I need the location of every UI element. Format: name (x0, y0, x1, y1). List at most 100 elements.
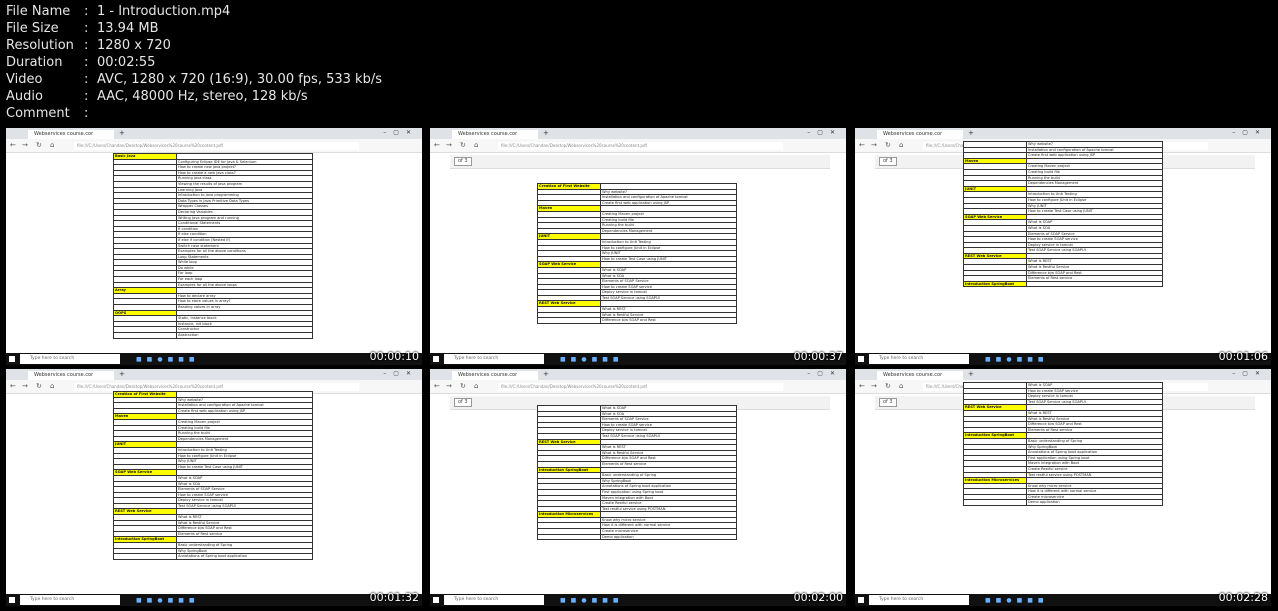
taskbar-search-input[interactable]: Type here to search (20, 354, 120, 364)
home-icon[interactable]: ⌂ (50, 141, 54, 149)
home-icon[interactable]: ⌂ (474, 141, 478, 149)
home-icon[interactable]: ⌂ (899, 141, 903, 149)
home-icon[interactable]: ⌂ (50, 382, 54, 390)
windows-taskbar: Type here to search ■■●■■■ 00:02:28 (855, 591, 1271, 606)
refresh-icon[interactable]: ↻ (36, 382, 42, 390)
window-controls[interactable]: –▢✕ (383, 370, 418, 377)
taskbar-app-icons[interactable]: ■■●■■■ (985, 597, 1049, 604)
taskbar-search-input[interactable]: Type here to search (869, 595, 969, 605)
windows-taskbar: Type here to search ■■●■■■ 00:00:10 (6, 350, 422, 365)
forward-icon[interactable]: → (446, 382, 452, 390)
forward-icon[interactable]: → (22, 141, 28, 149)
taskbar-search-input[interactable]: Type here to search (20, 595, 120, 605)
pdf-page-indicator[interactable]: of 3 (879, 398, 897, 407)
forward-icon[interactable]: → (871, 382, 877, 390)
forward-icon[interactable]: → (871, 141, 877, 149)
browser-tab[interactable]: Webservices course.cor (877, 371, 963, 380)
taskbar-app-icons[interactable]: ■■●■■■ (560, 356, 624, 363)
pdf-page-indicator[interactable]: of 3 (454, 157, 472, 166)
section-cell (537, 533, 601, 541)
new-tab-icon[interactable]: + (543, 370, 549, 378)
url-field[interactable]: file:///C:/Users/Chandan/Desktop/Webserv… (74, 142, 359, 150)
browser-tab[interactable]: Webservices course.cor (28, 130, 114, 139)
section-cell (113, 332, 177, 339)
home-icon[interactable]: ⌂ (899, 382, 903, 390)
taskbar-app-icons[interactable]: ■■●■■■ (136, 356, 200, 363)
address-bar: ← → ↻ ⌂ file:///C:/Users/Chandan/Desktop/Web… (430, 139, 846, 153)
back-icon[interactable]: ← (434, 382, 440, 390)
section-cell: Introduction Microservices (537, 511, 601, 518)
browser-tab[interactable]: Webservices course.cor (452, 130, 538, 139)
refresh-icon[interactable]: ↻ (885, 382, 891, 390)
refresh-icon[interactable]: ↻ (460, 382, 466, 390)
refresh-icon[interactable]: ↻ (460, 141, 466, 149)
meta-value: AAC, 48000 Hz, stereo, 128 kb/s (97, 89, 308, 104)
browser-tab[interactable]: Webservices course.cor (452, 371, 538, 380)
window-controls[interactable]: –▢✕ (1232, 129, 1267, 136)
topic-cell: Demo application (600, 533, 737, 541)
meta-row: Audio: AAC, 48000 Hz, stereo, 128 kb/s (6, 88, 382, 105)
window-controls[interactable]: –▢✕ (383, 129, 418, 136)
meta-row: File Name:1 - Introduction.mp4 (6, 3, 382, 20)
meta-value: 1 - Introduction.mp4 (97, 4, 231, 19)
new-tab-icon[interactable]: + (968, 370, 974, 378)
new-tab-icon[interactable]: + (543, 129, 549, 137)
browser-tab[interactable]: Webservices course.cor (877, 130, 963, 139)
meta-key: Video (6, 72, 43, 87)
back-icon[interactable]: ← (859, 382, 865, 390)
url-field[interactable]: file:///C:/Users/Chandan/Desktop/Webserv… (74, 383, 359, 391)
section-cell (537, 317, 601, 324)
section-cell: Introduction Microservices (963, 477, 1027, 484)
taskbar-search-input[interactable]: Type here to search (444, 595, 544, 605)
url-field[interactable]: file:///C:/Users/Chandan/Desktop/Webserv… (498, 383, 783, 391)
course-content-table: What is SOAP What is SOA Elements of SOAP … (537, 405, 737, 541)
back-icon[interactable]: ← (10, 382, 16, 390)
forward-icon[interactable]: → (446, 141, 452, 149)
section-cell: Introduction SpringBoot (963, 280, 1027, 288)
windows-start-icon[interactable] (9, 597, 15, 603)
browser-tab[interactable]: Webservices course.cor (28, 371, 114, 380)
meta-key: Duration (6, 55, 63, 70)
windows-start-icon[interactable] (433, 356, 439, 362)
meta-separator: : (84, 4, 89, 19)
pdf-page-indicator[interactable]: of 3 (879, 157, 897, 166)
thumbnail-timestamp: 00:00:37 (793, 350, 843, 363)
meta-separator: : (84, 21, 89, 36)
taskbar-search-input[interactable]: Type here to search (444, 354, 544, 364)
new-tab-icon[interactable]: + (119, 129, 125, 137)
windows-start-icon[interactable] (433, 597, 439, 603)
taskbar-app-icons[interactable]: ■■●■■■ (136, 597, 200, 604)
windows-start-icon[interactable] (858, 597, 864, 603)
meta-row: Video: AVC, 1280 x 720 (16:9), 30.00 fps,… (6, 71, 382, 88)
meta-separator: : (84, 38, 89, 53)
topic-cell (1026, 280, 1163, 288)
new-tab-icon[interactable]: + (119, 370, 125, 378)
forward-icon[interactable]: → (22, 382, 28, 390)
windows-start-icon[interactable] (858, 356, 864, 362)
refresh-icon[interactable]: ↻ (885, 141, 891, 149)
window-controls[interactable]: –▢✕ (1232, 370, 1267, 377)
back-icon[interactable]: ← (10, 141, 16, 149)
pdf-page-indicator[interactable]: of 3 (454, 398, 472, 407)
window-controls[interactable]: –▢✕ (807, 129, 842, 136)
back-icon[interactable]: ← (859, 141, 865, 149)
course-content-table: Why website? Installation and configurati… (963, 141, 1163, 288)
home-icon[interactable]: ⌂ (474, 382, 478, 390)
video-thumbnail: Webservices course.cor + –▢✕ ← → ↻ ⌂ file:///C:… (430, 128, 846, 365)
browser-tabbar: Webservices course.cor + –▢✕ (855, 369, 1271, 380)
file-info-panel: File Name:1 - Introduction.mp4 File Size:… (6, 3, 382, 122)
taskbar-app-icons[interactable]: ■■●■■■ (560, 597, 624, 604)
taskbar-app-icons[interactable]: ■■●■■■ (985, 356, 1049, 363)
window-controls[interactable]: –▢✕ (807, 370, 842, 377)
back-icon[interactable]: ← (434, 141, 440, 149)
browser-tabbar: Webservices course.cor + –▢✕ (6, 128, 422, 139)
refresh-icon[interactable]: ↻ (36, 141, 42, 149)
windows-start-icon[interactable] (9, 356, 15, 362)
new-tab-icon[interactable]: + (968, 129, 974, 137)
browser-tabbar: Webservices course.cor + –▢✕ (430, 369, 846, 380)
browser-tabbar: Webservices course.cor + –▢✕ (6, 369, 422, 380)
pdf-page: Basic Java Configuring Eclipse IDE for Ja… (113, 153, 313, 353)
url-field[interactable]: file:///C:/Users/Chandan/Desktop/Webserv… (498, 142, 783, 150)
taskbar-search-input[interactable]: Type here to search (869, 354, 969, 364)
address-bar: ← → ↻ ⌂ file:///C:/Users/Chandan/Desktop/Web… (6, 139, 422, 153)
